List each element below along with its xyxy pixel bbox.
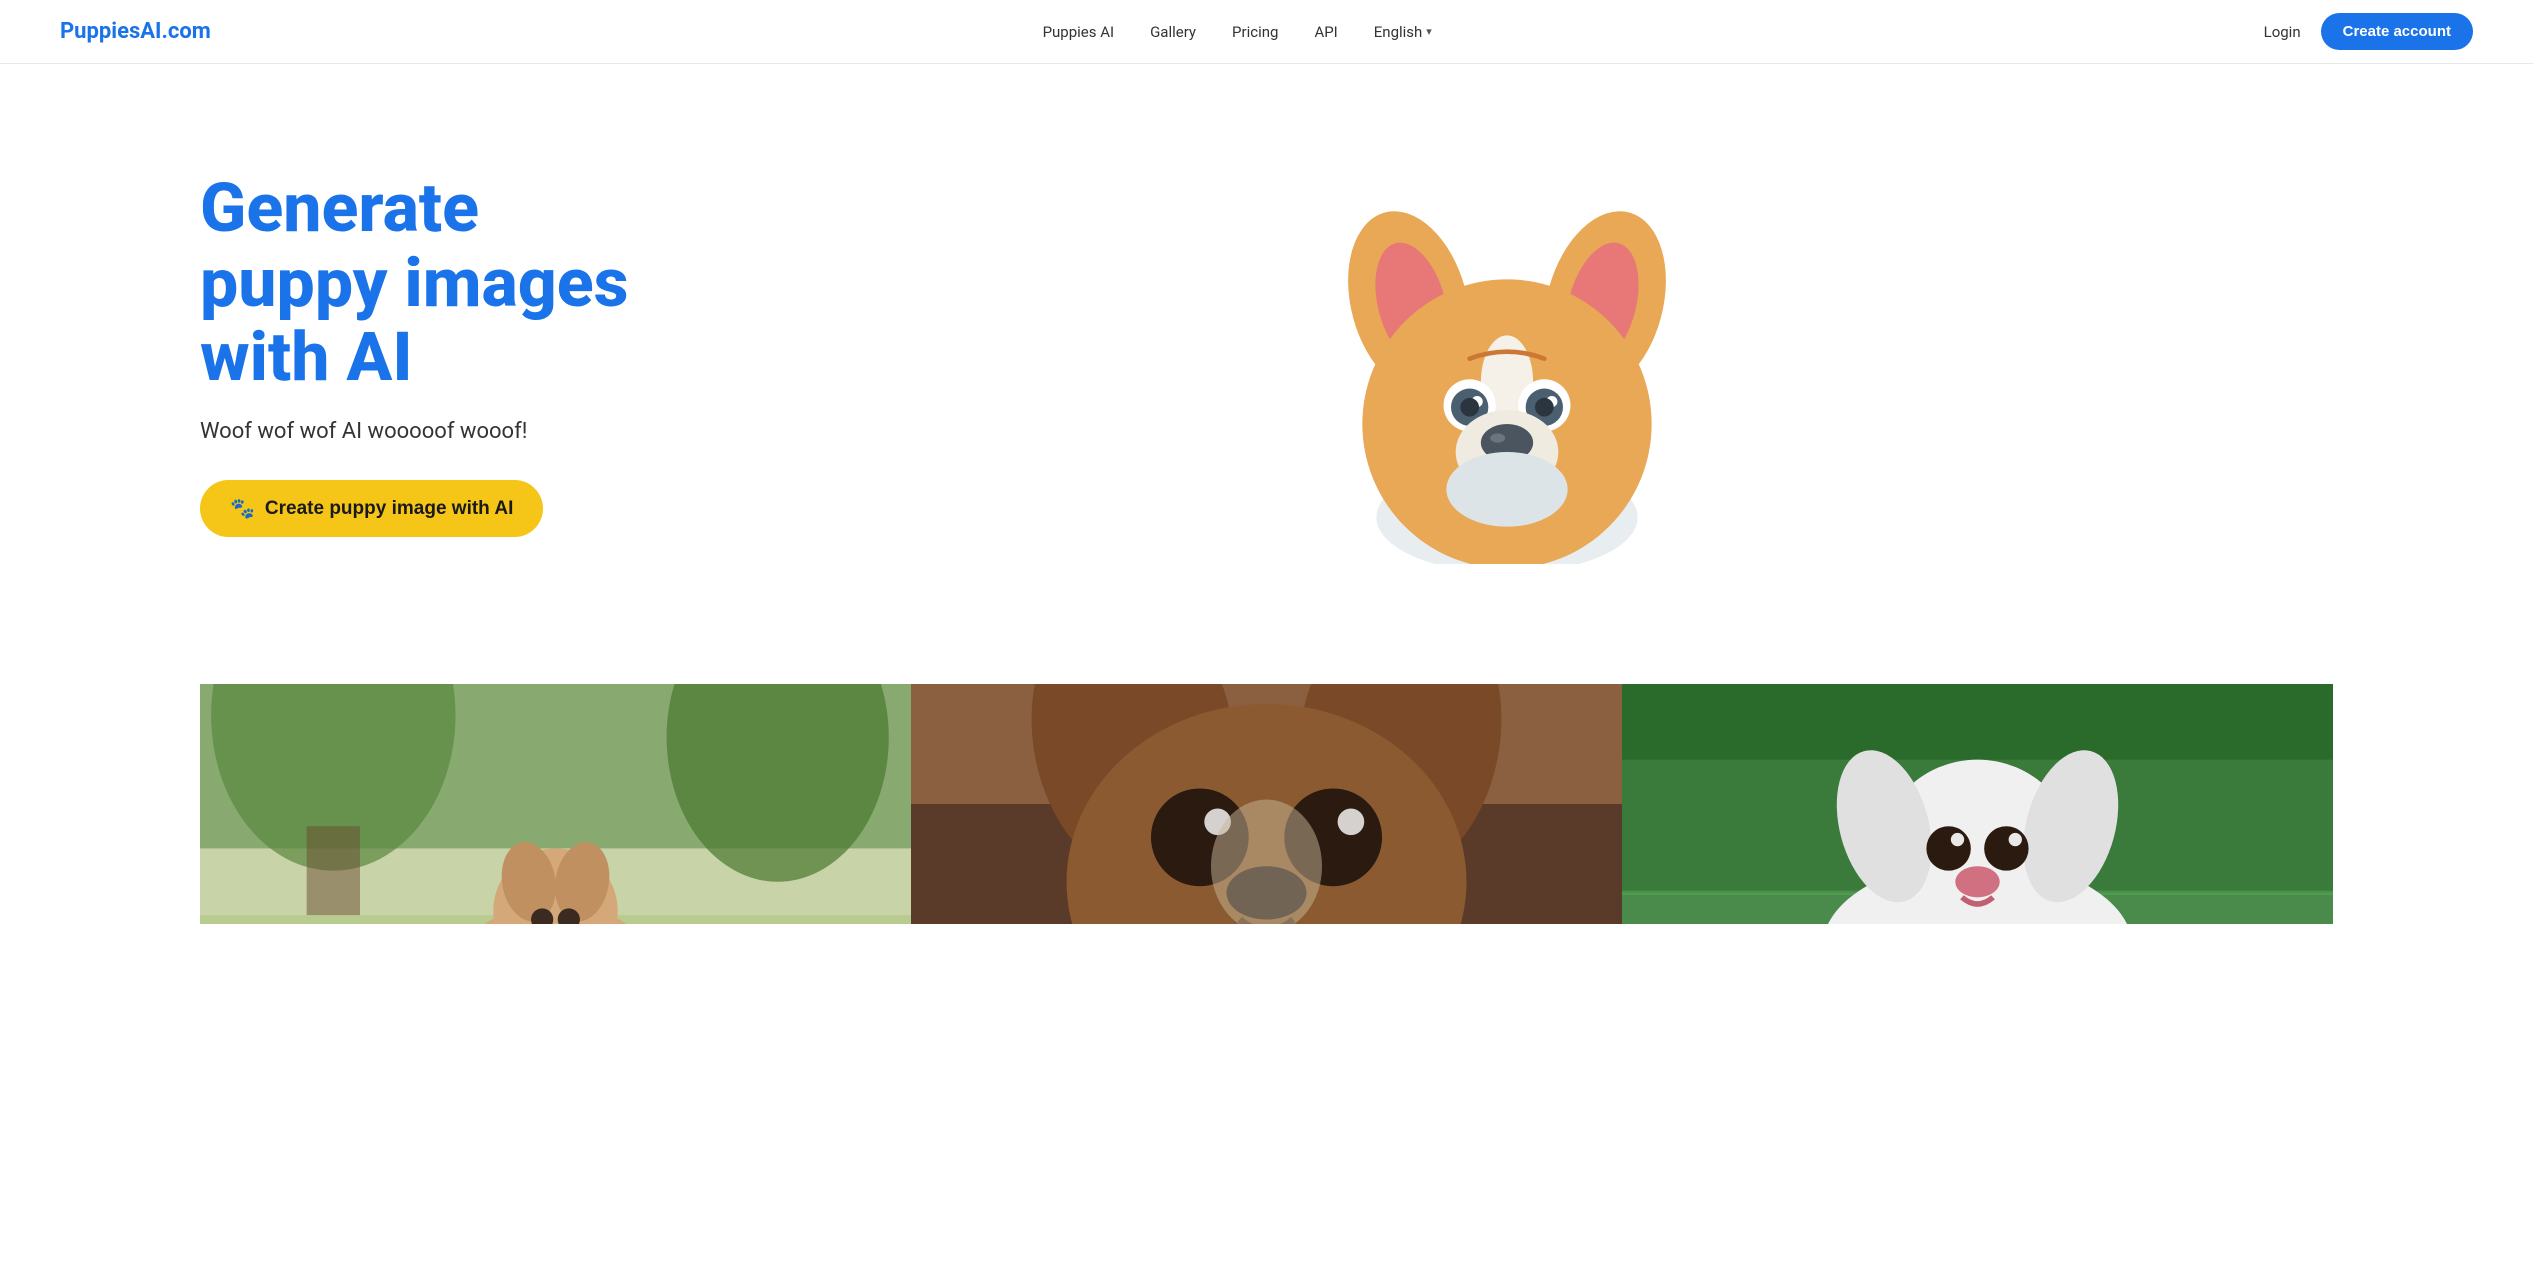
nav-links: Puppies AI Gallery Pricing API English ▾ xyxy=(1043,23,1432,41)
language-selector[interactable]: English ▾ xyxy=(1374,23,1432,41)
create-account-button[interactable]: Create account xyxy=(2321,13,2473,50)
hero-title: Generate puppy images with AI xyxy=(200,171,680,395)
navbar: PuppiesAI.com Puppies AI Gallery Pricing… xyxy=(0,0,2533,64)
navbar-actions: Login Create account xyxy=(2264,13,2473,50)
nav-link-api[interactable]: API xyxy=(1314,23,1337,41)
gallery-image-2 xyxy=(911,684,1622,924)
hero-illustration xyxy=(680,144,2333,564)
cta-button[interactable]: 🐾 Create puppy image with AI xyxy=(200,480,543,537)
hero-subtitle: Woof wof wof AI wooooof wooof! xyxy=(200,419,680,444)
gallery-image-1 xyxy=(200,684,911,924)
hero-content: Generate puppy images with AI Woof wof w… xyxy=(200,171,680,537)
gallery-card-1 xyxy=(200,684,911,924)
chevron-down-icon: ▾ xyxy=(1426,25,1432,38)
corgi-illustration xyxy=(1297,144,1717,564)
hero-section: Generate puppy images with AI Woof wof w… xyxy=(0,64,2533,644)
nav-link-puppies-ai[interactable]: Puppies AI xyxy=(1043,23,1115,41)
gallery-image-3 xyxy=(1622,684,2333,924)
gallery-section xyxy=(0,644,2533,924)
paw-icon: 🐾 xyxy=(230,496,255,521)
login-link[interactable]: Login xyxy=(2264,23,2301,41)
nav-link-pricing[interactable]: Pricing xyxy=(1232,23,1278,41)
language-label: English xyxy=(1374,23,1423,41)
gallery-grid xyxy=(200,684,2333,924)
gallery-card-3 xyxy=(1622,684,2333,924)
nav-link-gallery[interactable]: Gallery xyxy=(1150,23,1196,41)
cta-label: Create puppy image with AI xyxy=(265,498,513,520)
site-logo[interactable]: PuppiesAI.com xyxy=(60,19,211,44)
gallery-card-2 xyxy=(911,684,1622,924)
